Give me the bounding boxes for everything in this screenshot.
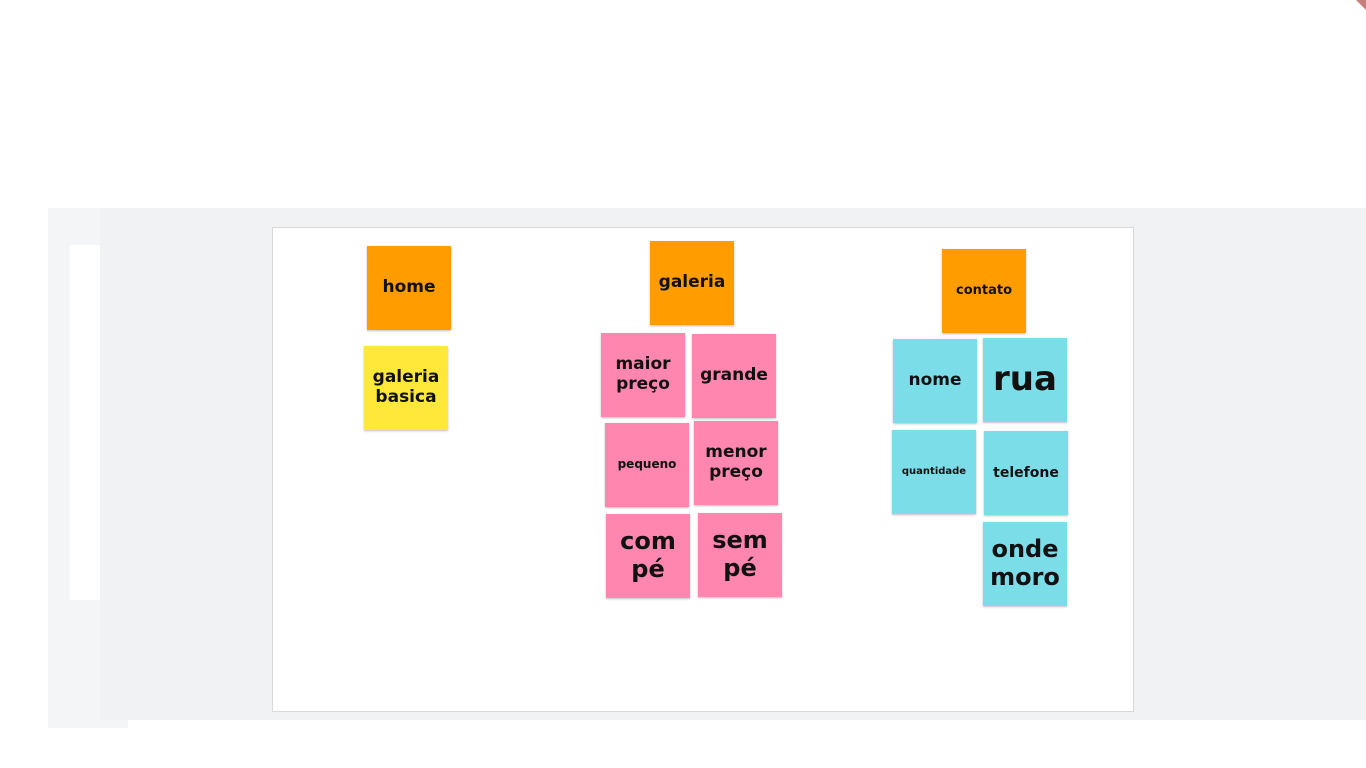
sticky-note-grande[interactable]: grande bbox=[692, 334, 776, 418]
sticky-note-galeria-basica[interactable]: galeria basica bbox=[364, 346, 448, 430]
sticky-note-rua[interactable]: rua bbox=[983, 338, 1067, 422]
sticky-note-onde-moro[interactable]: onde moro bbox=[983, 522, 1067, 606]
sticky-note-home-header[interactable]: home bbox=[367, 246, 451, 330]
sticky-note-sem-pe[interactable]: sem pé bbox=[698, 513, 782, 597]
sticky-note-pequeno[interactable]: pequeno bbox=[605, 423, 689, 507]
corner-indicator bbox=[1356, 0, 1366, 10]
sticky-note-galeria-header[interactable]: galeria bbox=[650, 241, 734, 325]
sticky-note-menor-preco[interactable]: menor preço bbox=[694, 421, 778, 505]
sticky-note-nome[interactable]: nome bbox=[893, 339, 977, 423]
sticky-note-contato-header[interactable]: contato bbox=[942, 249, 1026, 333]
sticky-note-com-pe[interactable]: com pé bbox=[606, 514, 690, 598]
sticky-note-telefone[interactable]: telefone bbox=[984, 431, 1068, 515]
sticky-note-quantidade[interactable]: quantidade bbox=[892, 430, 976, 514]
sticky-note-maior-preco[interactable]: maior preço bbox=[601, 333, 685, 417]
